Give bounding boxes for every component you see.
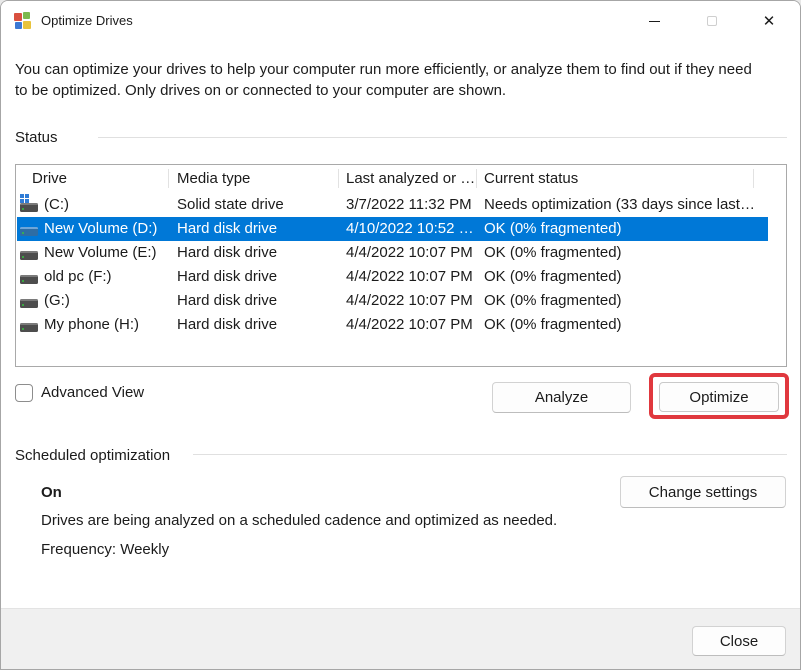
column-divider (168, 169, 169, 188)
schedule-state: On (41, 484, 62, 501)
close-button[interactable]: Close (692, 626, 786, 656)
media-type: Solid state drive (177, 193, 337, 217)
close-window-button[interactable]: ✕ (746, 1, 792, 41)
current-status: OK (0% fragmented) (484, 217, 764, 241)
system-drive-icon (20, 197, 40, 213)
table-row[interactable]: (C:) Solid state drive 3/7/2022 11:32 PM… (17, 193, 768, 217)
column-header-current-status[interactable]: Current status (484, 165, 578, 192)
hard-disk-icon (20, 269, 40, 285)
current-status: OK (0% fragmented) (484, 241, 764, 265)
column-header-drive[interactable]: Drive (32, 165, 67, 192)
window-title: Optimize Drives (41, 1, 133, 41)
hard-disk-icon (20, 245, 40, 261)
table-row[interactable]: old pc (F:) Hard disk drive 4/4/2022 10:… (17, 265, 768, 289)
minimize-icon (649, 21, 660, 22)
optimize-drives-window: Optimize Drives ✕ You can optimize your … (0, 0, 801, 670)
scheduled-group-divider (193, 454, 787, 455)
media-type: Hard disk drive (177, 289, 337, 313)
advanced-view-checkbox[interactable] (15, 384, 33, 402)
current-status: OK (0% fragmented) (484, 289, 764, 313)
media-type: Hard disk drive (177, 217, 337, 241)
maximize-button (689, 1, 735, 41)
schedule-frequency: Frequency: Weekly (41, 541, 169, 558)
drive-name: (G:) (44, 289, 174, 313)
close-icon: ✕ (763, 12, 776, 30)
last-analyzed: 4/4/2022 10:07 PM (346, 313, 481, 337)
column-divider (753, 169, 754, 188)
last-analyzed: 3/7/2022 11:32 PM (346, 193, 481, 217)
drive-name: (C:) (44, 193, 174, 217)
last-analyzed: 4/4/2022 10:07 PM (346, 241, 481, 265)
maximize-icon (707, 16, 717, 26)
hard-disk-icon (20, 317, 40, 333)
table-row[interactable]: New Volume (E:) Hard disk drive 4/4/2022… (17, 241, 768, 265)
column-header-media-type[interactable]: Media type (177, 165, 250, 192)
change-settings-button[interactable]: Change settings (620, 476, 786, 508)
table-row-selected[interactable]: New Volume (D:) Hard disk drive 4/10/202… (17, 217, 768, 241)
scheduled-optimization-label: Scheduled optimization (15, 447, 170, 464)
last-analyzed: 4/4/2022 10:07 PM (346, 289, 481, 313)
dialog-footer (1, 608, 801, 670)
media-type: Hard disk drive (177, 313, 337, 337)
dialog-description: You can optimize your drives to help you… (15, 59, 757, 101)
analyze-button[interactable]: Analyze (492, 382, 631, 413)
last-analyzed: 4/10/2022 10:52 … (346, 217, 481, 241)
column-header-last-analyzed[interactable]: Last analyzed or … (346, 165, 475, 192)
media-type: Hard disk drive (177, 265, 337, 289)
status-group-divider (98, 137, 787, 138)
titlebar: Optimize Drives ✕ (1, 1, 800, 41)
current-status: Needs optimization (33 days since last… (484, 193, 764, 217)
drive-name: New Volume (E:) (44, 241, 174, 265)
table-row[interactable]: My phone (H:) Hard disk drive 4/4/2022 1… (17, 313, 768, 337)
hard-disk-icon (20, 293, 40, 309)
advanced-view-label: Advanced View (41, 384, 144, 402)
drive-name: My phone (H:) (44, 313, 174, 337)
table-row[interactable]: (G:) Hard disk drive 4/4/2022 10:07 PM O… (17, 289, 768, 313)
hard-disk-icon (20, 221, 40, 237)
current-status: OK (0% fragmented) (484, 313, 764, 337)
last-analyzed: 4/4/2022 10:07 PM (346, 265, 481, 289)
current-status: OK (0% fragmented) (484, 265, 764, 289)
column-divider (338, 169, 339, 188)
minimize-button[interactable] (631, 1, 677, 41)
column-divider (476, 169, 477, 188)
defrag-app-icon (14, 12, 32, 30)
drive-name: New Volume (D:) (44, 217, 174, 241)
media-type: Hard disk drive (177, 241, 337, 265)
schedule-description: Drives are being analyzed on a scheduled… (41, 512, 557, 529)
status-group-label: Status (15, 129, 58, 146)
drive-name: old pc (F:) (44, 265, 174, 289)
optimize-button[interactable]: Optimize (659, 382, 779, 412)
drives-table: Drive Media type Last analyzed or … Curr… (15, 164, 787, 367)
